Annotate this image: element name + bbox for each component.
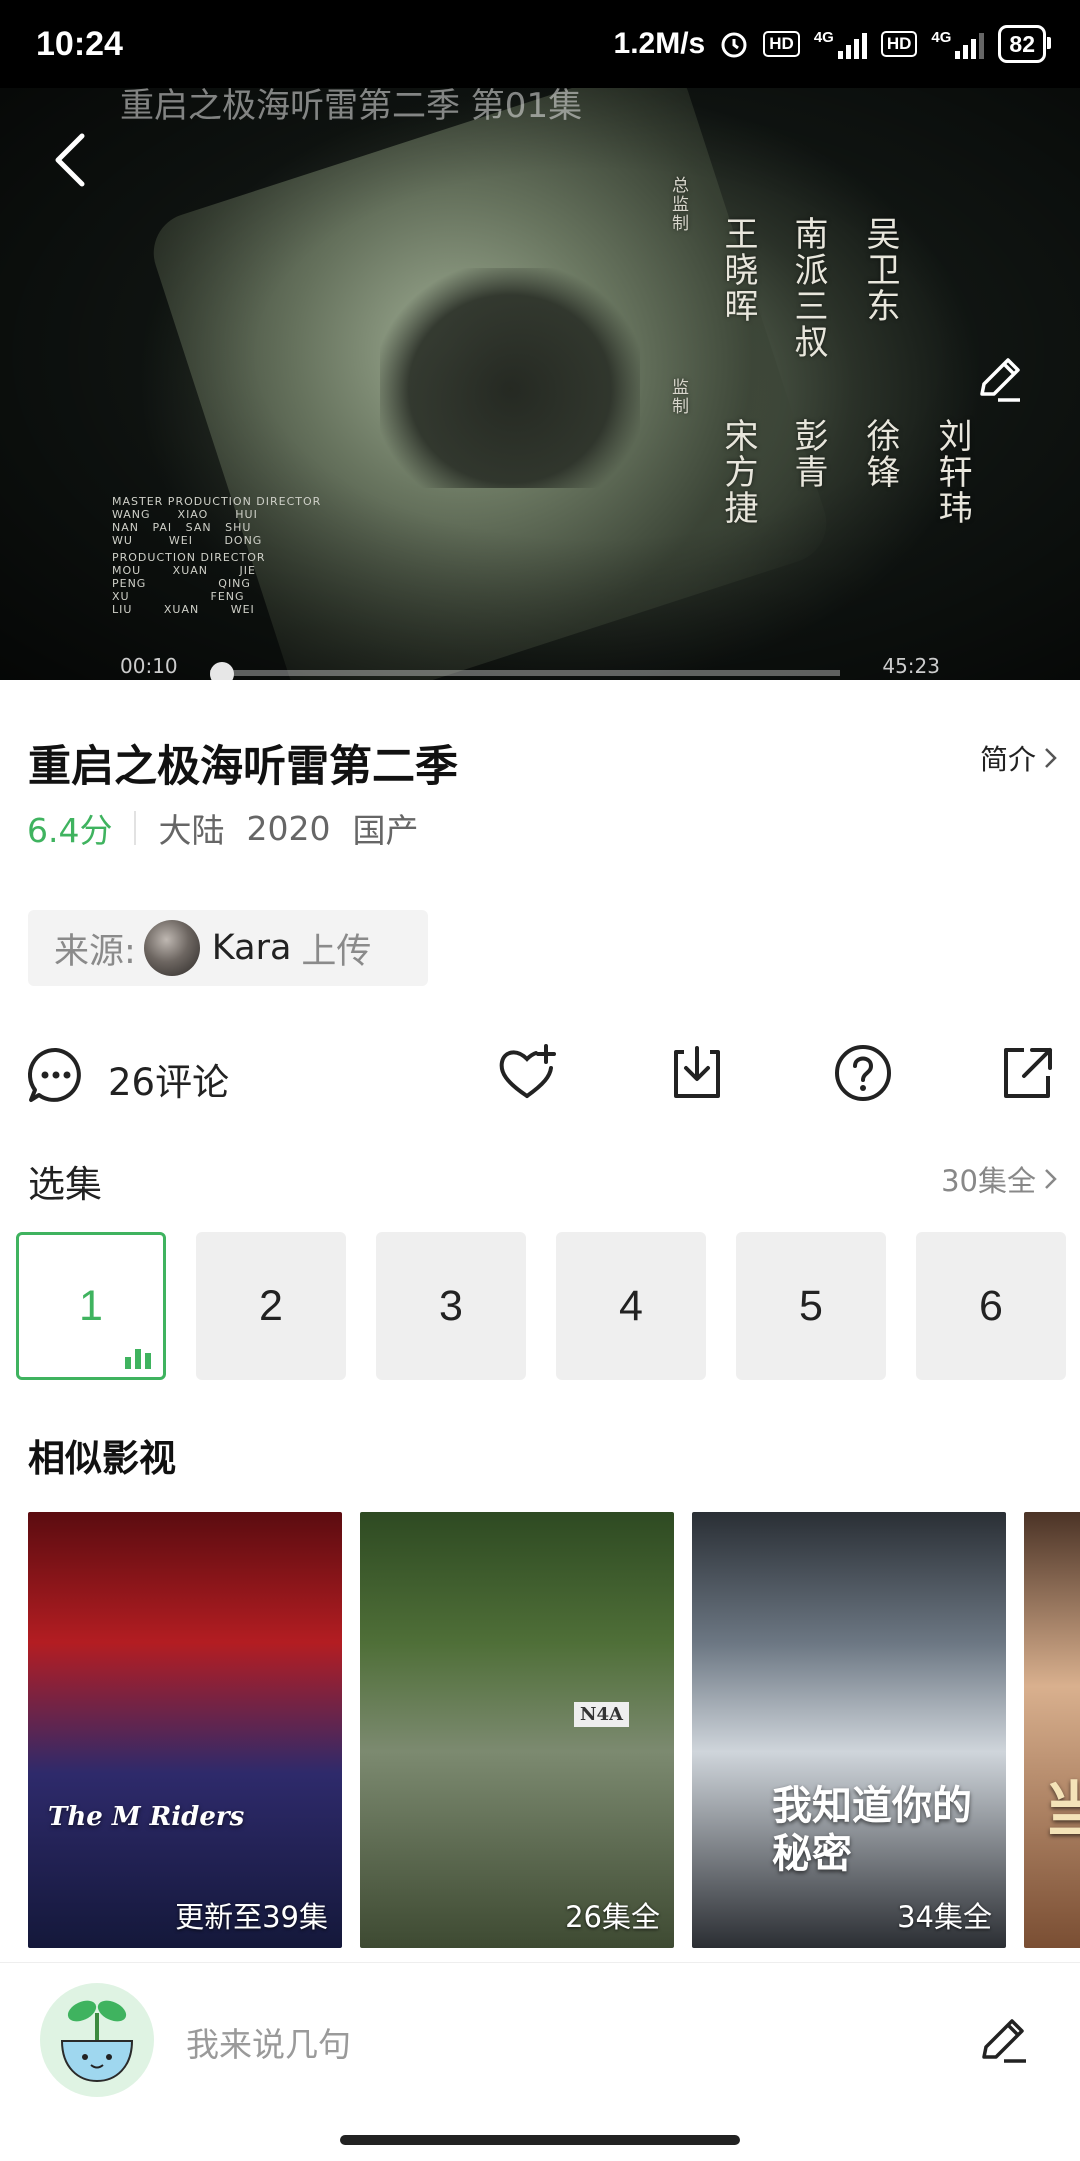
comment-count[interactable]: 26评论: [108, 1052, 229, 1106]
episode-button-4[interactable]: 4: [556, 1232, 706, 1380]
avatar[interactable]: [40, 1983, 154, 2097]
origin: 国产: [352, 811, 419, 850]
similar-list: The M Riders 更新至39集 N4A 26集全 我知道你的秘密 34集…: [28, 1512, 1080, 1948]
similar-poster-3[interactable]: 我知道你的秘密 34集全: [692, 1512, 1006, 1948]
comment-bar: 我来说几句: [0, 1962, 1080, 2161]
time-current: 00:10: [120, 654, 178, 678]
time-total: 45:23: [882, 654, 940, 678]
credit-name: 吴卫东: [860, 216, 900, 324]
plant-avatar-icon: [60, 2000, 134, 2083]
write-icon[interactable]: [976, 2011, 1032, 2067]
hd-badge-2: HD: [880, 31, 918, 57]
credit-name: 王晓晖: [718, 216, 758, 324]
similar-poster-4[interactable]: 当: [1024, 1512, 1080, 1948]
credit-name: 彭青: [788, 418, 828, 490]
similar-poster-2[interactable]: N4A 26集全: [360, 1512, 674, 1948]
poster-caption: 更新至39集: [175, 1900, 328, 1934]
episode-list: 1 2 3 4 5 6: [16, 1232, 1066, 1380]
uploader-name: Kara: [211, 928, 292, 968]
status-time: 10:24: [36, 24, 123, 63]
comment-input[interactable]: 我来说几句: [186, 2018, 351, 2066]
chevron-right-icon: [1045, 748, 1057, 768]
credit-name: 宋方捷: [718, 418, 758, 526]
episode-button-5[interactable]: 5: [736, 1232, 886, 1380]
home-indicator[interactable]: [340, 2135, 740, 2145]
poster-caption: 34集全: [897, 1900, 992, 1934]
source-uploader[interactable]: 来源: Kara 上传: [28, 910, 428, 986]
video-player[interactable]: 重启之极海听雷第二季 第01集 总监制 王晓晖 南派三叔 吴卫东 监制 宋方捷 …: [0, 88, 1080, 680]
intro-link[interactable]: 简介: [980, 738, 1058, 778]
credits-english: MASTER PRODUCTION DIRECTOR WANG XIAO HUI…: [112, 495, 322, 616]
status-bar: 10:24 1.2M/s HD 4G HD 4G 82: [0, 0, 1080, 88]
help-icon[interactable]: [832, 1042, 894, 1104]
hd-badge-1: HD: [763, 31, 800, 57]
credit-role-2: 监制: [668, 378, 688, 416]
episode-button-3[interactable]: 3: [376, 1232, 526, 1380]
show-meta: 6.4分 大陆 2020 国产: [27, 804, 418, 852]
credit-name: 徐锋: [860, 418, 900, 490]
rating-score: 6.4分: [27, 811, 113, 850]
signal-bars-icon: [955, 29, 985, 59]
status-right: 1.2M/s HD 4G HD 4G 82: [613, 25, 1051, 63]
credit-name: 刘轩玮: [932, 418, 972, 526]
poster-caption: 26集全: [565, 1900, 660, 1934]
similar-heading: 相似影视: [28, 1437, 176, 1480]
region: 大陆: [158, 811, 225, 850]
episode-button-1[interactable]: 1: [16, 1232, 166, 1380]
year: 2020: [246, 808, 331, 848]
signal-bars-icon: [837, 29, 867, 59]
video-progress-bar[interactable]: 00:10 45:23: [0, 654, 1080, 680]
uploader-avatar: [143, 920, 200, 976]
signal-1: 4G: [814, 29, 867, 59]
back-icon[interactable]: [48, 130, 92, 190]
show-title: 重启之极海听雷第二季: [28, 742, 458, 792]
episodes-heading: 选集: [28, 1163, 102, 1206]
action-row: 26评论: [0, 1040, 1080, 1120]
playing-icon: [125, 1349, 151, 1369]
net-speed: 1.2M/s: [613, 27, 706, 60]
favorite-add-icon[interactable]: [496, 1042, 558, 1104]
alarm-icon: [721, 32, 747, 58]
episode-button-6[interactable]: 6: [916, 1232, 1066, 1380]
edit-icon[interactable]: [972, 350, 1028, 406]
similar-poster-1[interactable]: The M Riders 更新至39集: [28, 1512, 342, 1948]
episode-button-2[interactable]: 2: [196, 1232, 346, 1380]
download-icon[interactable]: [666, 1042, 728, 1104]
battery-icon: 82: [998, 25, 1051, 63]
chevron-right-icon: [1045, 1169, 1057, 1189]
comment-icon[interactable]: [27, 1046, 85, 1104]
share-icon[interactable]: [996, 1042, 1058, 1104]
video-overlay-title: 重启之极海听雷第二季 第01集: [120, 88, 583, 126]
credit-role-1: 总监制: [668, 176, 688, 233]
all-episodes-link[interactable]: 30集全: [941, 1158, 1058, 1200]
signal-2: 4G: [931, 29, 985, 59]
progress-thumb[interactable]: [210, 662, 234, 680]
credit-name: 南派三叔: [788, 216, 828, 360]
